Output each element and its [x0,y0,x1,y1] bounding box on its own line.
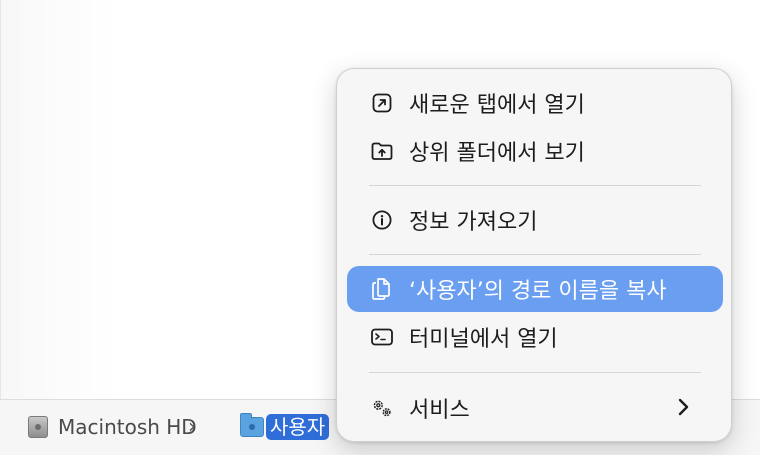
menu-item-label: 새로운 탭에서 열기 [409,93,585,118]
hard-drive-icon [28,416,48,438]
folder-upload-icon [370,139,394,163]
gears-icon [370,396,394,420]
menu-separator [369,254,701,255]
menu-item-show-in-enclosing-folder[interactable]: 상위 폴더에서 보기 [347,128,723,174]
open-in-new-tab-icon [370,91,394,115]
menu-item-open-in-new-tab[interactable]: 새로운 탭에서 열기 [347,80,723,126]
terminal-icon [370,325,394,349]
menu-separator [369,372,701,373]
menu-item-label: ‘사용자’의 경로 이름을 복사 [409,279,667,304]
copy-path-icon [370,277,394,301]
menu-item-open-in-terminal[interactable]: 터미널에서 열기 [347,314,723,360]
menu-separator [369,185,701,186]
path-separator-chevron: › [188,414,196,438]
menu-item-get-info[interactable]: 정보 가져오기 [347,197,723,243]
menu-item-label: 정보 가져오기 [409,210,538,235]
path-item-users-folder[interactable]: 사용자 [240,413,330,440]
menu-item-label: 서비스 [409,398,470,423]
menu-item-copy-path[interactable]: ‘사용자’의 경로 이름을 복사 [347,266,723,312]
path-item-volume-label: Macintosh HD [58,415,197,439]
menu-item-label: 터미널에서 열기 [409,327,558,352]
menu-item-label: 상위 폴더에서 보기 [409,141,585,166]
submenu-chevron-icon [677,395,691,425]
info-icon [370,208,394,232]
path-item-users-label: 사용자 [266,414,330,440]
context-menu: 새로운 탭에서 열기 상위 폴더에서 보기 정보 가져오기 ‘사용자’의 경로 … [336,68,732,442]
path-item-volume[interactable]: Macintosh HD [28,414,197,440]
window-edge [0,0,1,454]
menu-item-services[interactable]: 서비스 [347,385,723,431]
user-folder-icon [240,413,264,437]
